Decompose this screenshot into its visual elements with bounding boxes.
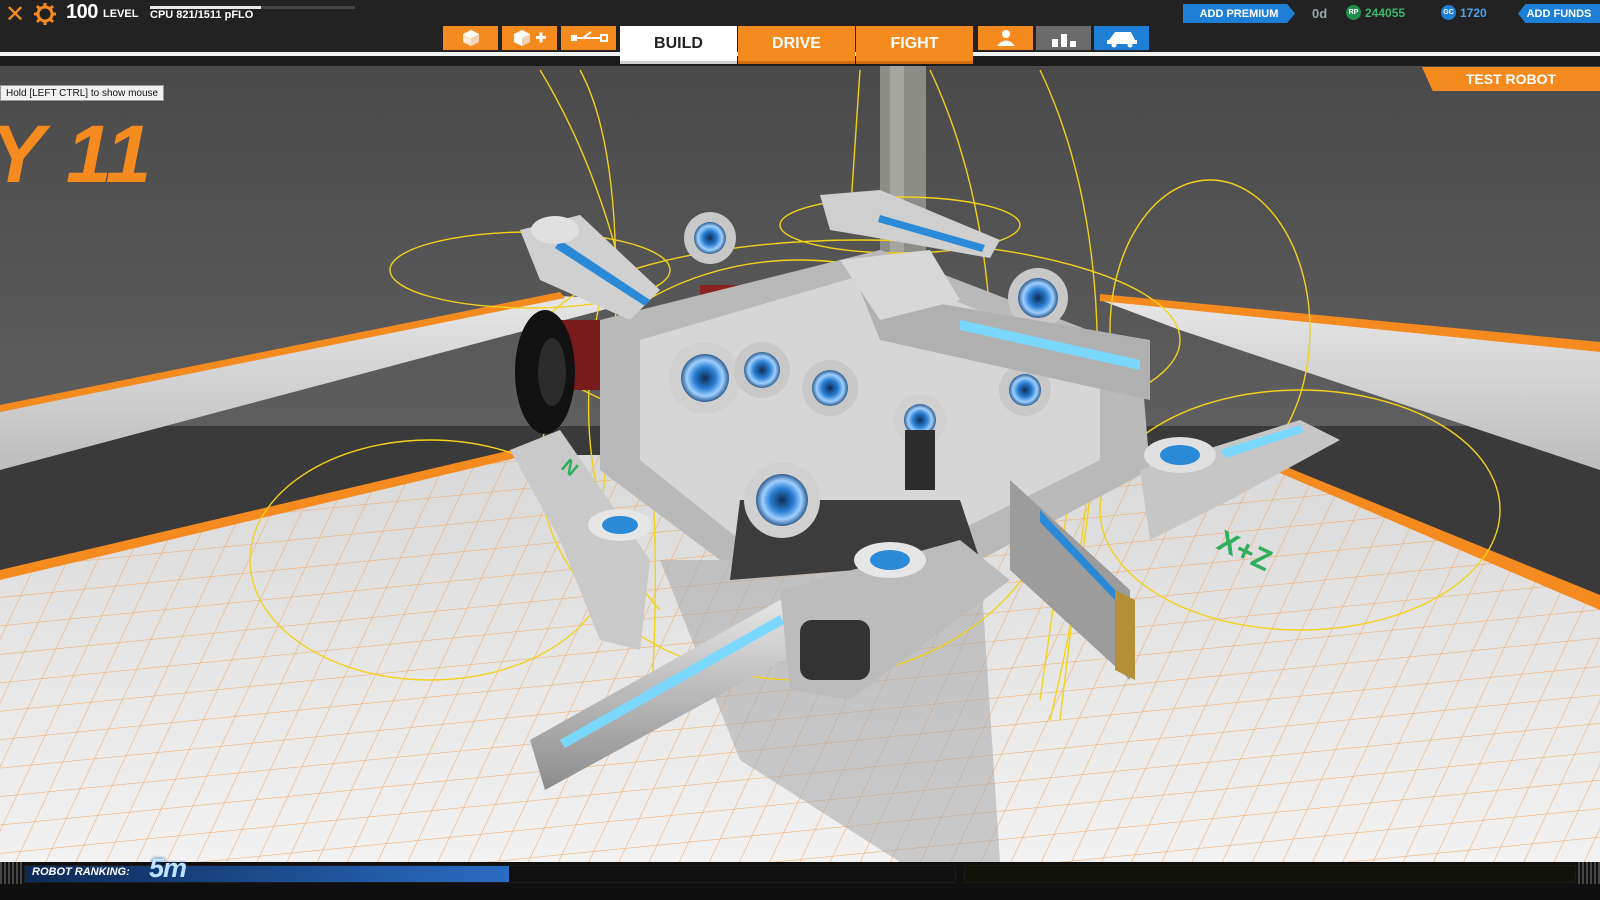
rp-icon: RP: [1346, 5, 1361, 20]
build-viewport[interactable]: Y 11 X+Z N: [0, 0, 1600, 900]
premium-days: 0d: [1312, 6, 1328, 21]
gc-icon: GC: [1441, 5, 1456, 20]
rp-value: 244055: [1365, 6, 1406, 20]
add-premium-button[interactable]: ADD PREMIUM: [1183, 4, 1295, 23]
tab-drive[interactable]: DRIVE: [738, 26, 855, 64]
cube-icon[interactable]: [443, 26, 498, 50]
ranking-label: ROBOT RANKING:: [32, 866, 130, 878]
gear-icon[interactable]: [33, 2, 57, 26]
ranking-bar-secondary: [964, 865, 1576, 883]
build-screen: Y 11 X+Z N ✕ 100 LEVEL CPU 821/1511 pFLO…: [0, 0, 1600, 900]
user-icon[interactable]: [978, 26, 1033, 50]
level-label: LEVEL: [103, 8, 139, 20]
add-funds-button[interactable]: ADD FUNDS: [1518, 4, 1600, 23]
tab-fight[interactable]: FIGHT: [856, 26, 973, 64]
mouse-hint: Hold [LEFT CTRL] to show mouse: [0, 85, 165, 101]
bar-chart-icon[interactable]: [1036, 26, 1091, 50]
close-icon[interactable]: ✕: [4, 2, 26, 26]
bottom-stripes-right: [1578, 862, 1600, 884]
ranking-value: 5m: [149, 853, 187, 883]
vehicle-icon[interactable]: [1094, 26, 1149, 50]
level-value: 100: [66, 1, 98, 23]
cpu-text: CPU 821/1511 pFLO: [150, 9, 254, 21]
bottom-stripes-left: [0, 862, 22, 884]
gc-value: 1720: [1460, 6, 1487, 20]
add-cube-icon[interactable]: [502, 26, 557, 50]
tab-build[interactable]: BUILD: [620, 26, 737, 64]
test-robot-button[interactable]: TEST ROBOT: [1422, 67, 1600, 91]
wall-text: Y 11: [0, 109, 151, 200]
connect-icon[interactable]: [561, 26, 616, 50]
